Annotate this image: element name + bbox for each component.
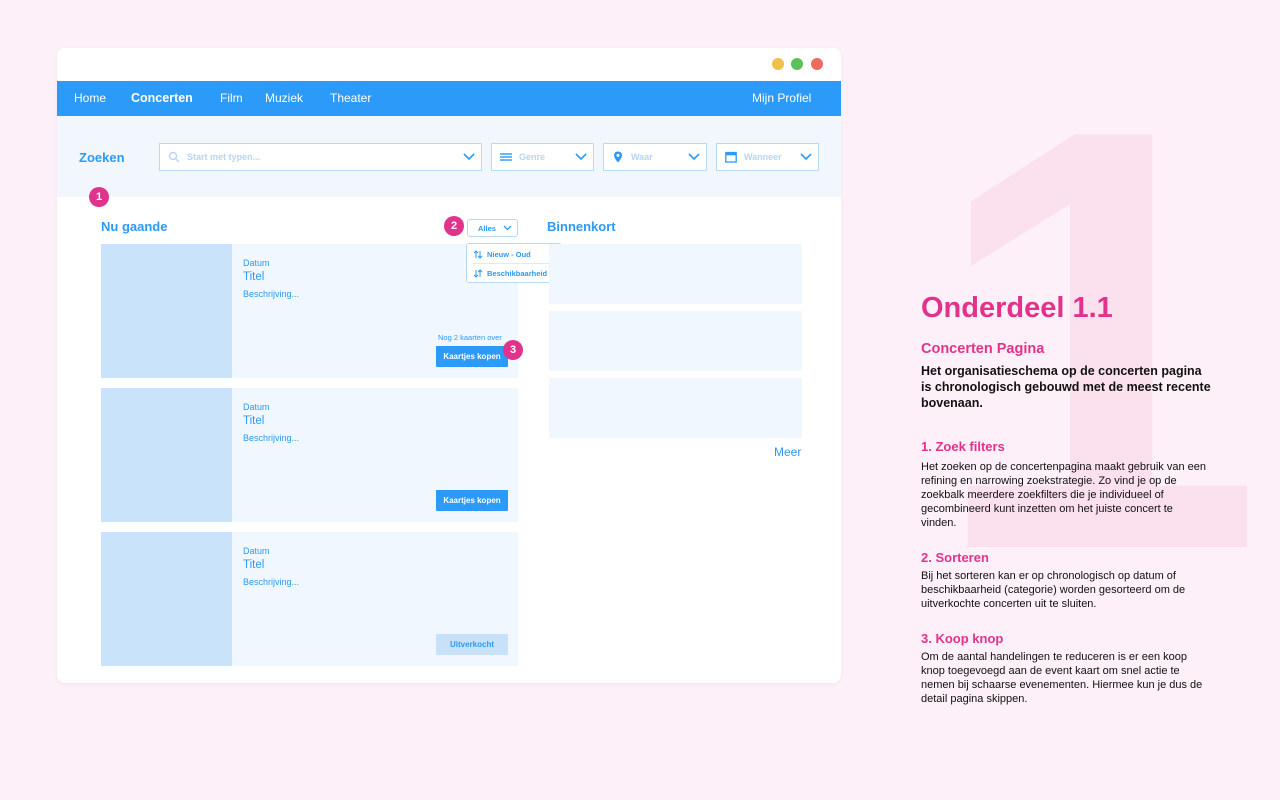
panel-lead: Het organisatieschema op de concerten pa… [921, 364, 1211, 410]
title-bar [57, 48, 841, 81]
section-title-current: Nu gaande [101, 219, 168, 234]
search-placeholder: Start met typen... [187, 152, 261, 162]
event-description: Beschrijving... [243, 433, 300, 443]
location-pin-icon [614, 151, 622, 163]
search-input[interactable]: Start met typen... [159, 143, 482, 171]
section-body: Om de aantal handelingen te reduceren is… [921, 651, 1203, 705]
sold-out-button: Uitverkocht [436, 634, 508, 655]
section-title-upcoming: Binnenkort [547, 219, 616, 234]
chevron-down-icon[interactable] [463, 152, 475, 162]
nav-item-theater[interactable]: Theater [330, 91, 371, 105]
chevron-down-icon[interactable] [575, 152, 587, 162]
genre-filter[interactable]: Genre [491, 143, 594, 171]
location-placeholder: Waar [631, 152, 653, 162]
section-heading: 3. Koop knop [921, 631, 1004, 646]
section-heading: 1. Zoek filters [921, 439, 1005, 454]
sort-dropdown[interactable]: Alles [467, 219, 518, 237]
sort-icon [473, 250, 483, 259]
event-card[interactable]: Datum Titel Beschrijving... Nog 2 kaarte… [101, 244, 518, 378]
menu-icon [500, 153, 512, 161]
sort-option-label: Beschikbaarheid [487, 269, 548, 278]
section-heading: 2. Sorteren [921, 550, 989, 565]
event-card[interactable]: Datum Titel Beschrijving... Kaartjes kop… [101, 388, 518, 522]
sort-menu: Nieuw - Oud Beschikbaarheid [466, 243, 562, 283]
close-button[interactable] [811, 58, 823, 70]
event-description: Beschrijving... [243, 289, 300, 299]
location-filter[interactable]: Waar [603, 143, 707, 171]
event-date: Datum [243, 402, 270, 412]
event-image [101, 244, 232, 378]
nav-item-muziek[interactable]: Muziek [265, 91, 303, 105]
buy-tickets-button[interactable]: Kaartjes kopen [436, 346, 508, 367]
sort-selected: Alles [478, 224, 496, 233]
sort-option-newest[interactable]: Nieuw - Oud [473, 249, 557, 261]
upcoming-card[interactable] [549, 244, 802, 304]
nav-item-film[interactable]: Film [220, 91, 243, 105]
panel-subtitle: Concerten Pagina [921, 341, 1045, 357]
event-description: Beschrijving... [243, 577, 300, 587]
event-date: Datum [243, 258, 270, 268]
event-title[interactable]: Titel [243, 559, 264, 571]
annotation-badge-2: 2 [444, 216, 464, 236]
browser-window: Home Concerten Film Muziek Theater Mijn … [57, 48, 841, 683]
event-image [101, 532, 232, 666]
event-title[interactable]: Titel [243, 415, 264, 427]
nav-item-profile[interactable]: Mijn Profiel [752, 91, 811, 105]
panel-title: Onderdeel 1.1 [921, 292, 1113, 324]
divider [473, 263, 557, 264]
date-placeholder: Wanneer [744, 152, 782, 162]
upcoming-card[interactable] [549, 378, 802, 438]
main-navigation: Home Concerten Film Muziek Theater Mijn … [57, 81, 841, 116]
minimize-button[interactable] [772, 58, 784, 70]
sort-icon [473, 269, 483, 278]
section-body: Bij het sorteren kan er op chronologisch… [921, 570, 1186, 610]
section-body: Het zoeken op de concertenpagina maakt g… [921, 461, 1206, 529]
more-link[interactable]: Meer [774, 445, 801, 459]
event-date: Datum [243, 546, 270, 556]
search-bar: Zoeken Start met typen... Genre Waar Wan… [57, 116, 841, 197]
sort-option-label: Nieuw - Oud [487, 250, 531, 259]
chevron-down-icon [503, 225, 512, 231]
genre-placeholder: Genre [519, 152, 546, 162]
annotation-badge-1: 1 [89, 187, 109, 207]
calendar-icon [725, 151, 737, 163]
sort-option-availability[interactable]: Beschikbaarheid [473, 268, 557, 280]
tickets-remaining: Nog 2 kaarten over [438, 333, 502, 342]
event-image [101, 388, 232, 522]
event-title[interactable]: Titel [243, 271, 264, 283]
event-card[interactable]: Datum Titel Beschrijving... Uitverkocht [101, 532, 518, 666]
nav-item-concerten[interactable]: Concerten [131, 91, 193, 105]
chevron-down-icon[interactable] [688, 152, 700, 162]
background-number: 1 [930, 5, 1264, 675]
search-icon [168, 151, 180, 163]
upcoming-card[interactable] [549, 311, 802, 371]
buy-tickets-button[interactable]: Kaartjes kopen [436, 490, 508, 511]
annotation-badge-3: 3 [503, 340, 523, 360]
date-filter[interactable]: Wanneer [716, 143, 819, 171]
maximize-button[interactable] [791, 58, 803, 70]
search-label: Zoeken [79, 150, 125, 165]
nav-item-home[interactable]: Home [74, 91, 106, 105]
chevron-down-icon[interactable] [800, 152, 812, 162]
